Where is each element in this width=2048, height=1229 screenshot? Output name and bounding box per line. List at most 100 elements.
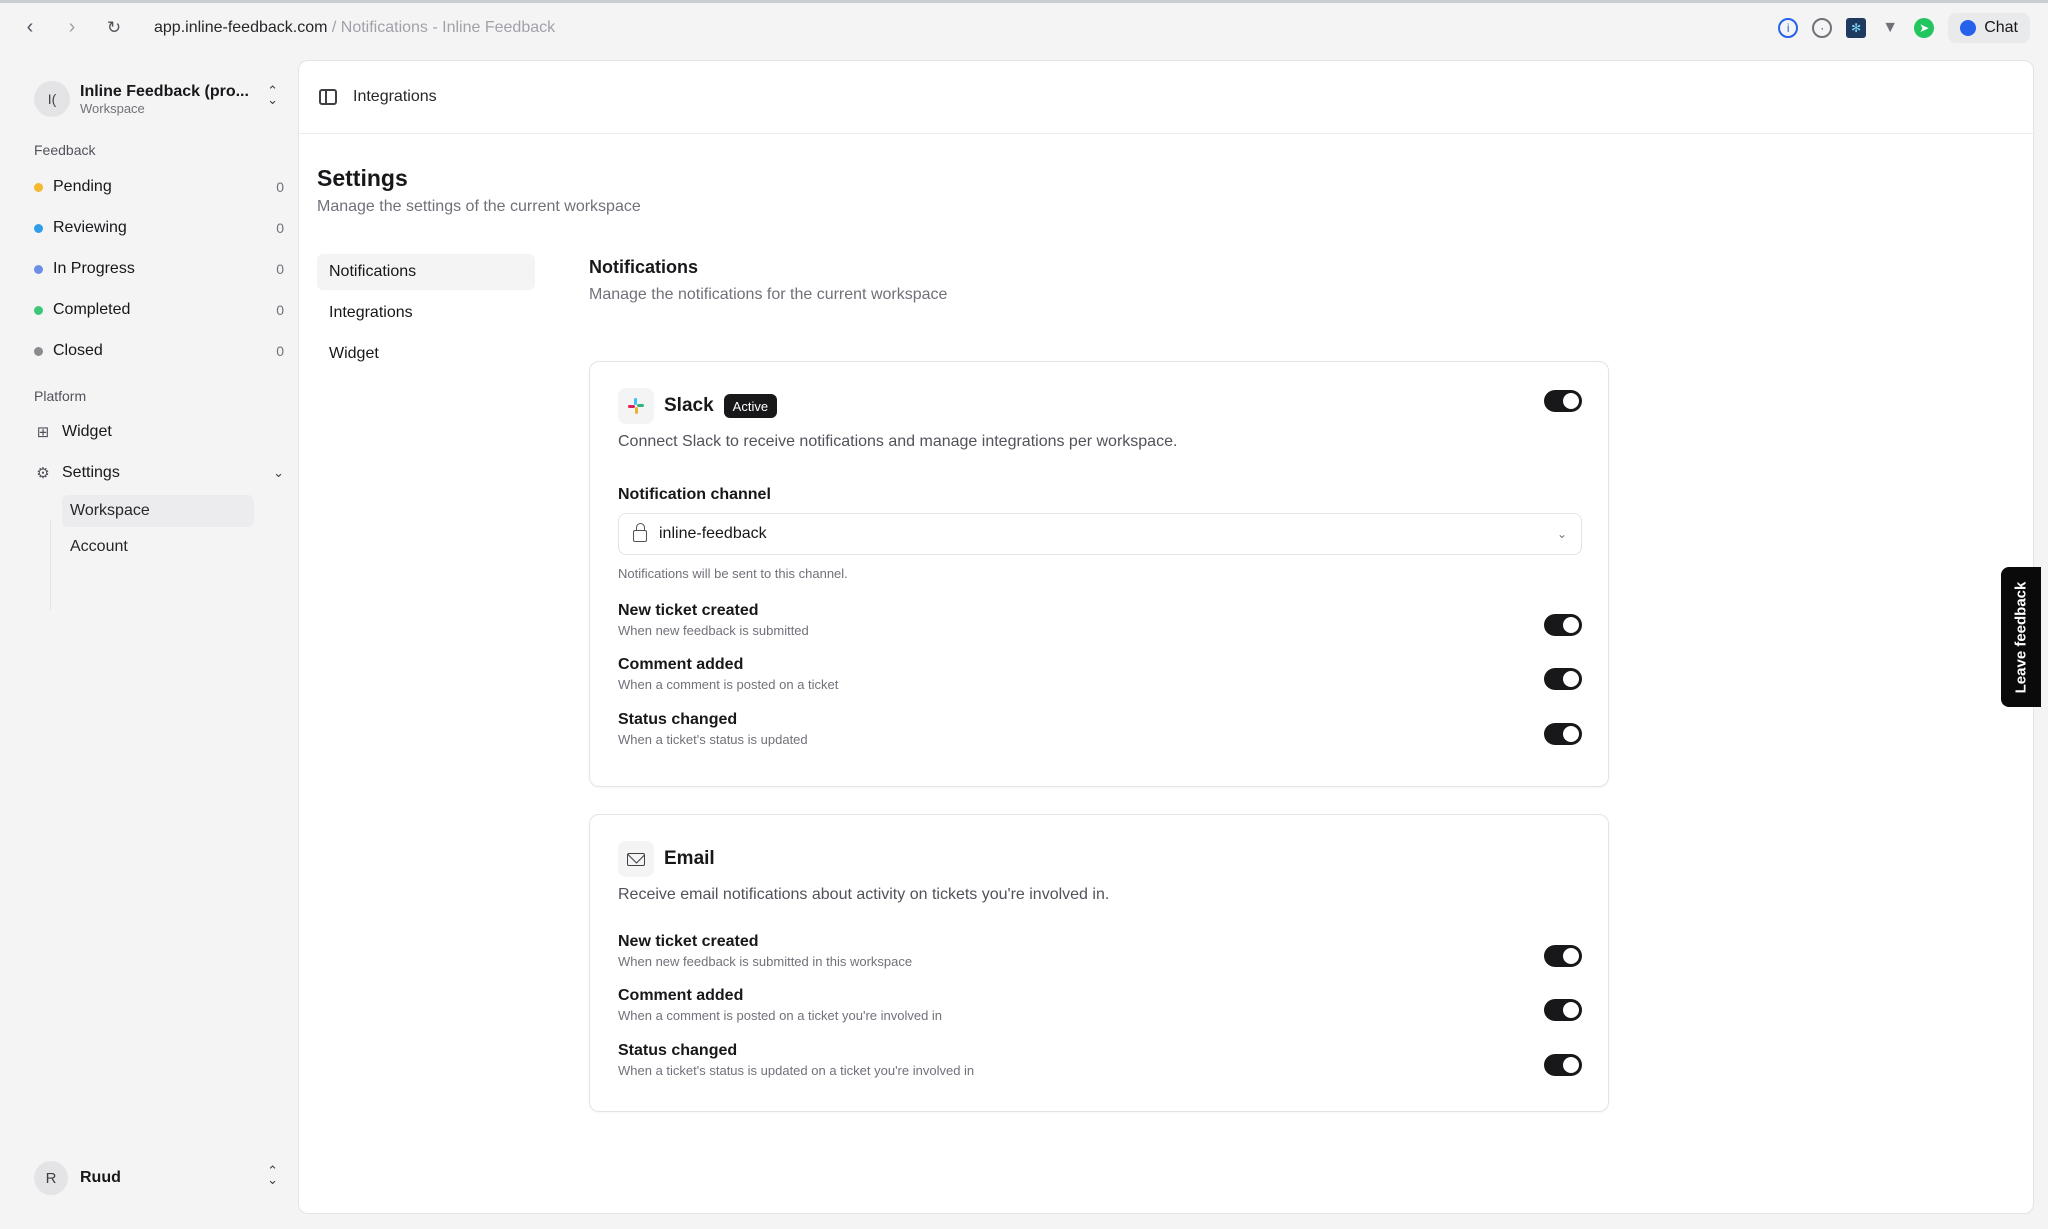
page-subtitle: Manage the settings of the current works… (317, 198, 641, 215)
settings-nav-notifications[interactable]: Notifications (317, 254, 535, 290)
sidebar-item-label: Reviewing (53, 219, 127, 236)
platform-section-label: Platform (34, 388, 87, 404)
email-row-status-title: Status changed (618, 1042, 738, 1059)
sidebar-item-count: 0 (276, 343, 284, 359)
section-subtitle: Manage the notifications for the current… (589, 286, 948, 303)
sidebar-item-completed[interactable]: Completed 0 (34, 293, 284, 327)
slack-comment-toggle[interactable] (1544, 668, 1582, 690)
sidebar-item-closed[interactable]: Closed 0 (34, 334, 284, 368)
slack-title: Slack (664, 395, 714, 416)
vue-devtools-icon[interactable]: ▼ (1880, 18, 1900, 38)
settings-nav-widget[interactable]: Widget (317, 336, 535, 372)
sidebar-item-settings[interactable]: ⚙ Settings ⌄ (34, 456, 284, 490)
reload-icon[interactable]: ↻ (100, 14, 128, 42)
sidebar-item-reviewing[interactable]: Reviewing 0 (34, 211, 284, 245)
submenu-guide-line (50, 520, 51, 610)
feedback-section-label: Feedback (34, 142, 96, 158)
section-title: Notifications (589, 257, 699, 277)
slack-row-new-ticket-title: New ticket created (618, 602, 759, 619)
sidebar-item-count: 0 (276, 179, 284, 195)
email-row-status-sub: When a ticket's status is updated on a t… (618, 1063, 975, 1078)
slack-row-comment-sub: When a comment is posted on a ticket (618, 677, 839, 692)
main-panel: Integrations Settings Manage the setting… (298, 60, 2034, 1214)
chevron-up-down-icon: ⌃ ⌄ (267, 83, 278, 108)
status-dot (34, 264, 43, 274)
chevron-up-down-icon: ⌃ ⌄ (267, 1163, 278, 1188)
sidebar-subitem-workspace[interactable]: Workspace (62, 495, 254, 527)
mail-icon (627, 852, 645, 866)
react-devtools-icon[interactable]: ✻ (1846, 18, 1867, 38)
email-status-toggle[interactable] (1544, 1054, 1582, 1076)
slack-status-toggle[interactable] (1544, 723, 1582, 745)
sidebar: I( Inline Feedback (pro... Workspace ⌃ ⌄ … (8, 52, 298, 1222)
email-comment-toggle[interactable] (1544, 999, 1582, 1021)
chevron-down-icon: ⌄ (273, 465, 284, 480)
leave-feedback-tab[interactable]: Leave feedback (2001, 567, 2041, 707)
sidebar-item-label: Settings (62, 464, 120, 481)
forward-icon[interactable]: › (58, 14, 86, 42)
settings-nav-integrations[interactable]: Integrations (317, 295, 535, 331)
status-dot (34, 346, 43, 356)
slack-new-ticket-toggle[interactable] (1544, 614, 1582, 636)
slack-enabled-toggle[interactable] (1544, 390, 1582, 412)
sidebar-toggle-icon[interactable] (319, 89, 337, 105)
status-dot (34, 305, 43, 315)
status-badge: Active (723, 394, 778, 418)
mail-icon-wrapper (618, 841, 654, 877)
page-header: Integrations (299, 61, 2033, 134)
email-title: Email (664, 848, 715, 869)
email-row-comment-title: Comment added (618, 987, 744, 1004)
sidebar-item-pending[interactable]: Pending 0 (34, 170, 284, 204)
chat-button[interactable]: Chat (1948, 13, 2030, 43)
sidebar-item-in-progress[interactable]: In Progress 0 (34, 252, 284, 286)
sidebar-item-label: Completed (53, 301, 131, 318)
slack-row-status-title: Status changed (618, 711, 738, 728)
sidebar-item-count: 0 (276, 261, 284, 277)
email-row-comment-sub: When a comment is posted on a ticket you… (618, 1008, 943, 1023)
status-dot (34, 223, 43, 233)
sidebar-item-label: In Progress (53, 260, 135, 277)
url-separator: / (327, 18, 341, 36)
slack-row-comment-title: Comment added (618, 656, 744, 673)
slack-row-status-sub: When a ticket's status is updated (618, 732, 808, 747)
leave-feedback-label: Leave feedback (2012, 581, 2030, 693)
password-manager-icon[interactable]: i (1778, 18, 1799, 38)
widget-grid-icon: ⊞ (36, 424, 50, 441)
email-new-ticket-toggle[interactable] (1544, 945, 1582, 967)
sidebar-item-widget[interactable]: ⊞ Widget (34, 415, 284, 449)
notification-channel-select[interactable]: inline-feedback ⌄ (618, 513, 1582, 555)
notification-channel-helper: Notifications will be sent to this chann… (618, 566, 848, 581)
avatar: R (34, 1161, 68, 1195)
slack-row-new-ticket-sub: When new feedback is submitted (618, 623, 809, 638)
workspace-type: Workspace (80, 100, 145, 116)
sidebar-item-label: Pending (53, 178, 112, 195)
breadcrumb: Integrations (353, 88, 437, 105)
lock-icon (633, 523, 647, 542)
extensions-bar: i · ✻ ▼ ➤ Chat (1778, 13, 2030, 43)
url-page-title: Notifications - Inline Feedback (340, 18, 556, 36)
sidebar-item-label: Closed (53, 342, 103, 359)
extension-cursor-icon[interactable]: ➤ (1914, 18, 1935, 38)
email-row-new-ticket-sub: When new feedback is submitted in this w… (618, 954, 913, 969)
back-icon[interactable]: ‹ (16, 14, 44, 42)
gear-icon: ⚙ (36, 465, 50, 482)
slack-description: Connect Slack to receive notifications a… (618, 433, 1178, 450)
email-description: Receive email notifications about activi… (618, 886, 1110, 903)
status-dot (34, 182, 43, 192)
page-title: Settings (317, 165, 408, 191)
sidebar-item-label: Widget (62, 423, 112, 440)
sidebar-subitem-account[interactable]: Account (62, 531, 254, 563)
sidebar-item-count: 0 (276, 220, 284, 236)
slack-logo-icon (618, 388, 654, 424)
address-bar[interactable]: app.inline-feedback.com / Notifications … (154, 19, 555, 37)
user-menu[interactable]: R Ruud ⌃ ⌄ (34, 1158, 288, 1198)
chat-button-label: Chat (1984, 19, 2018, 36)
sidebar-item-count: 0 (276, 302, 284, 318)
dev-tools-icon[interactable]: · (1812, 18, 1833, 38)
workspace-switcher[interactable]: I( Inline Feedback (pro... Workspace ⌃ ⌄ (34, 74, 288, 124)
workspace-name: Inline Feedback (pro... (80, 82, 249, 100)
browser-toolbar: ‹ › ↻ app.inline-feedback.com / Notifica… (0, 0, 2048, 52)
slack-card: Slack Active Connect Slack to receive no… (589, 361, 1609, 787)
notification-channel-value: inline-feedback (659, 525, 767, 542)
url-host: app.inline-feedback.com (154, 18, 328, 36)
